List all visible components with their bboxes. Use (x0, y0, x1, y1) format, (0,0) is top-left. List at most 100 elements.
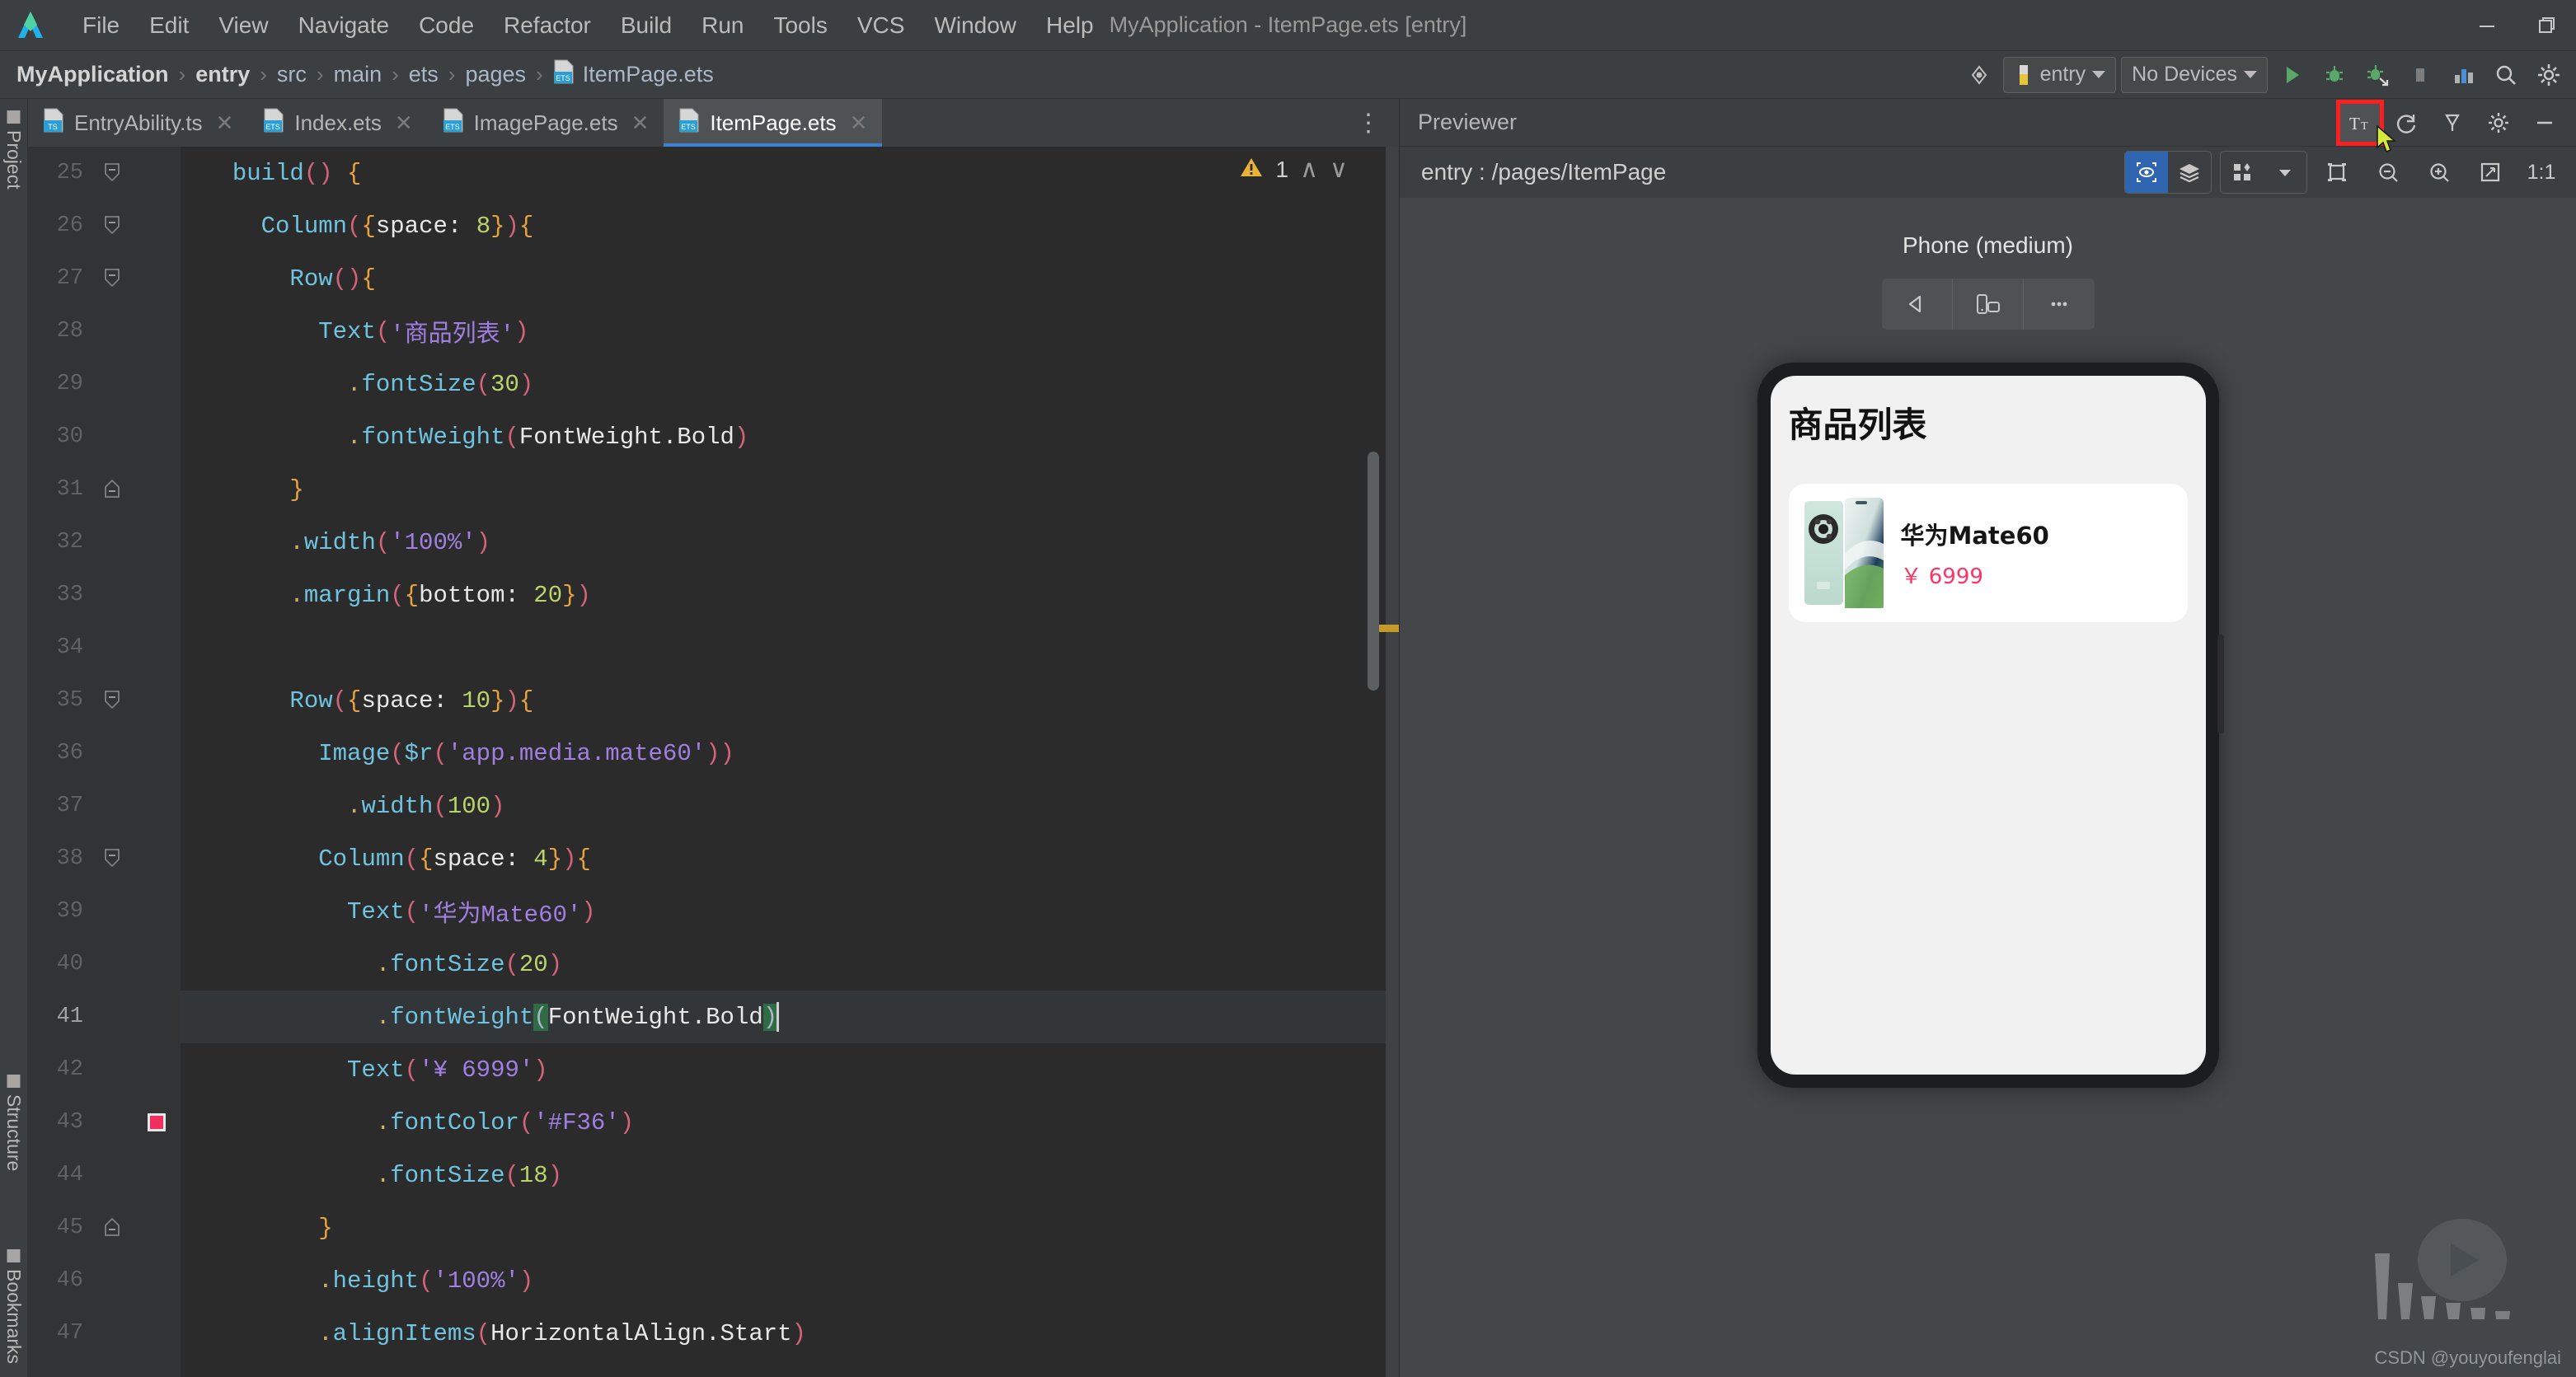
gutter-line-36[interactable]: 36 (28, 727, 181, 780)
code-line-37[interactable]: . width(100) (181, 780, 1399, 832)
more-button[interactable] (2024, 279, 2095, 330)
menu-item-refactor[interactable]: Refactor (490, 7, 604, 44)
code-line-42[interactable]: Text('¥ 6999') (181, 1043, 1399, 1096)
sidebar-item-project[interactable]: Project (2, 110, 25, 190)
code-line-36[interactable]: Image($r('app.media.mate60')) (181, 727, 1399, 780)
code-text-area[interactable]: build() { Column({space: 8}){ Row(){ Tex… (181, 147, 1399, 1377)
device-screen[interactable]: 商品列表 华为Mate60 ￥ 6999 (1770, 376, 2206, 1075)
rotate-button[interactable] (1953, 279, 2024, 330)
gutter-line-33[interactable]: 33 (28, 569, 181, 621)
stop-button[interactable] (2401, 56, 2439, 94)
multi-device-group[interactable] (2220, 151, 2307, 194)
code-line-34[interactable] (181, 621, 1399, 674)
editor-tab-entryability[interactable]: TS EntryAbility.ts ✕ (28, 99, 248, 147)
code-line-41[interactable]: . fontWeight(FontWeight.Bold) (181, 991, 1399, 1043)
menu-item-run[interactable]: Run (688, 7, 757, 44)
code-line-27[interactable]: Row(){ (181, 252, 1399, 305)
zoom-in-icon[interactable] (2418, 152, 2461, 193)
close-icon[interactable]: ✕ (395, 110, 413, 136)
device-controls[interactable] (1881, 279, 2095, 330)
target-selector-icon[interactable] (1960, 56, 1998, 94)
inspector-group[interactable] (2124, 151, 2212, 194)
previewer-tools[interactable]: 1:1 (2124, 151, 2563, 194)
breadcrumb[interactable]: MyApplication › entry › src › main › ets… (10, 56, 720, 93)
sidebar-item-structure[interactable]: Structure (2, 1074, 25, 1171)
breadcrumb-item-4[interactable]: ets (402, 59, 445, 91)
gutter-line-37[interactable]: 37 (28, 780, 181, 832)
device-selector[interactable]: No Devices (2121, 56, 2268, 93)
text-size-icon[interactable]: T T (2336, 99, 2384, 146)
code-line-26[interactable]: Column({space: 8}){ (181, 199, 1399, 252)
code-line-40[interactable]: . fontSize(20) (181, 938, 1399, 991)
code-line-39[interactable]: Text('华为Mate60') (181, 885, 1399, 938)
debug-button[interactable] (2316, 56, 2353, 94)
code-line-29[interactable]: . fontSize(30) (181, 358, 1399, 410)
menu-item-help[interactable]: Help (1033, 7, 1107, 44)
menu-item-navigate[interactable]: Navigate (285, 7, 403, 44)
settings-gear-icon[interactable] (2477, 102, 2520, 143)
previewer-header-actions[interactable]: T T (2336, 99, 2566, 146)
fold-handle-icon[interactable] (101, 162, 123, 184)
gutter-line-25[interactable]: 25 (28, 147, 181, 199)
gutter-line-42[interactable]: 42 (28, 1043, 181, 1096)
breadcrumb-item-6[interactable]: ETS ItemPage.ets (547, 56, 720, 93)
gutter-line-27[interactable]: 27 (28, 252, 181, 305)
breadcrumb-item-2[interactable]: src (270, 59, 313, 91)
device-dropdown-icon[interactable] (2264, 152, 2306, 193)
frame-icon[interactable] (2316, 152, 2358, 193)
gutter-line-44[interactable]: 44 (28, 1149, 181, 1201)
gutter-line-35[interactable]: 35 (28, 674, 181, 727)
code-line-43[interactable]: . fontColor('#F36') (181, 1096, 1399, 1149)
close-icon[interactable]: ✕ (850, 110, 868, 136)
code-line-28[interactable]: Text('商品列表') (181, 305, 1399, 358)
chevron-down-icon[interactable]: ∨ (1330, 155, 1348, 184)
breadcrumb-item-0[interactable]: MyApplication (10, 59, 176, 91)
code-line-25[interactable]: build() { (181, 147, 1399, 199)
menu-item-code[interactable]: Code (406, 7, 487, 44)
menu-bar[interactable]: File Edit View Navigate Code Refactor Bu… (69, 7, 1107, 44)
attach-debugger-button[interactable] (2358, 56, 2396, 94)
code-editor[interactable]: 25 26 27 28 29 30 31 32 33 34 35 36 37 38 39 40 41 42 43 44… (28, 147, 1399, 1377)
sidebar-item-bookmarks[interactable]: Bookmarks (2, 1248, 25, 1364)
minimize-button[interactable] (2457, 0, 2517, 51)
menu-item-vcs[interactable]: VCS (844, 7, 918, 44)
fold-handle-icon[interactable] (101, 1217, 123, 1239)
fold-handle-icon[interactable] (101, 690, 123, 711)
gutter-line-31[interactable]: 31 (28, 463, 181, 516)
editor-tab-options-icon[interactable]: ⋮ (1356, 99, 1382, 147)
color-swatch-marker[interactable] (148, 1113, 166, 1131)
fit-screen-icon[interactable] (2469, 152, 2512, 193)
editor-tab-index[interactable]: ETS Index.ets ✕ (248, 99, 427, 147)
settings-button[interactable] (2530, 56, 2568, 94)
layers-icon[interactable] (2168, 152, 2211, 193)
chevron-up-icon[interactable]: ∧ (1300, 155, 1318, 184)
window-controls[interactable] (2457, 0, 2576, 51)
breadcrumb-item-5[interactable]: pages (458, 59, 533, 91)
menu-item-build[interactable]: Build (608, 7, 685, 44)
product-card[interactable]: 华为Mate60 ￥ 6999 (1788, 484, 2188, 622)
gutter-line-29[interactable]: 29 (28, 358, 181, 410)
gutter-line-40[interactable]: 40 (28, 938, 181, 991)
refresh-icon[interactable] (2385, 102, 2428, 143)
gutter-line-34[interactable]: 34 (28, 621, 181, 674)
code-line-35[interactable]: Row({space: 10}){ (181, 674, 1399, 727)
code-line-46[interactable]: . height('100%') (181, 1254, 1399, 1307)
gutter-line-43[interactable]: 43 (28, 1096, 181, 1149)
code-line-44[interactable]: . fontSize(18) (181, 1149, 1399, 1201)
collapse-icon[interactable] (2523, 102, 2566, 143)
menu-item-view[interactable]: View (205, 7, 281, 44)
breadcrumb-item-3[interactable]: main (327, 59, 389, 91)
code-line-38[interactable]: Column({space: 4}){ (181, 832, 1399, 885)
gutter-line-47[interactable]: 47 (28, 1307, 181, 1360)
zoom-out-icon[interactable] (2367, 152, 2409, 193)
menu-item-edit[interactable]: Edit (136, 7, 202, 44)
code-line-31[interactable]: } (181, 463, 1399, 516)
close-icon[interactable]: ✕ (216, 110, 234, 136)
plug-icon[interactable] (2431, 102, 2474, 143)
menu-item-tools[interactable]: Tools (760, 7, 840, 44)
fold-handle-icon[interactable] (101, 268, 123, 289)
gutter-line-30[interactable]: 30 (28, 410, 181, 463)
code-line-30[interactable]: . fontWeight(FontWeight.Bold) (181, 410, 1399, 463)
gutter-line-38[interactable]: 38 (28, 832, 181, 885)
restore-button[interactable] (2517, 0, 2576, 51)
